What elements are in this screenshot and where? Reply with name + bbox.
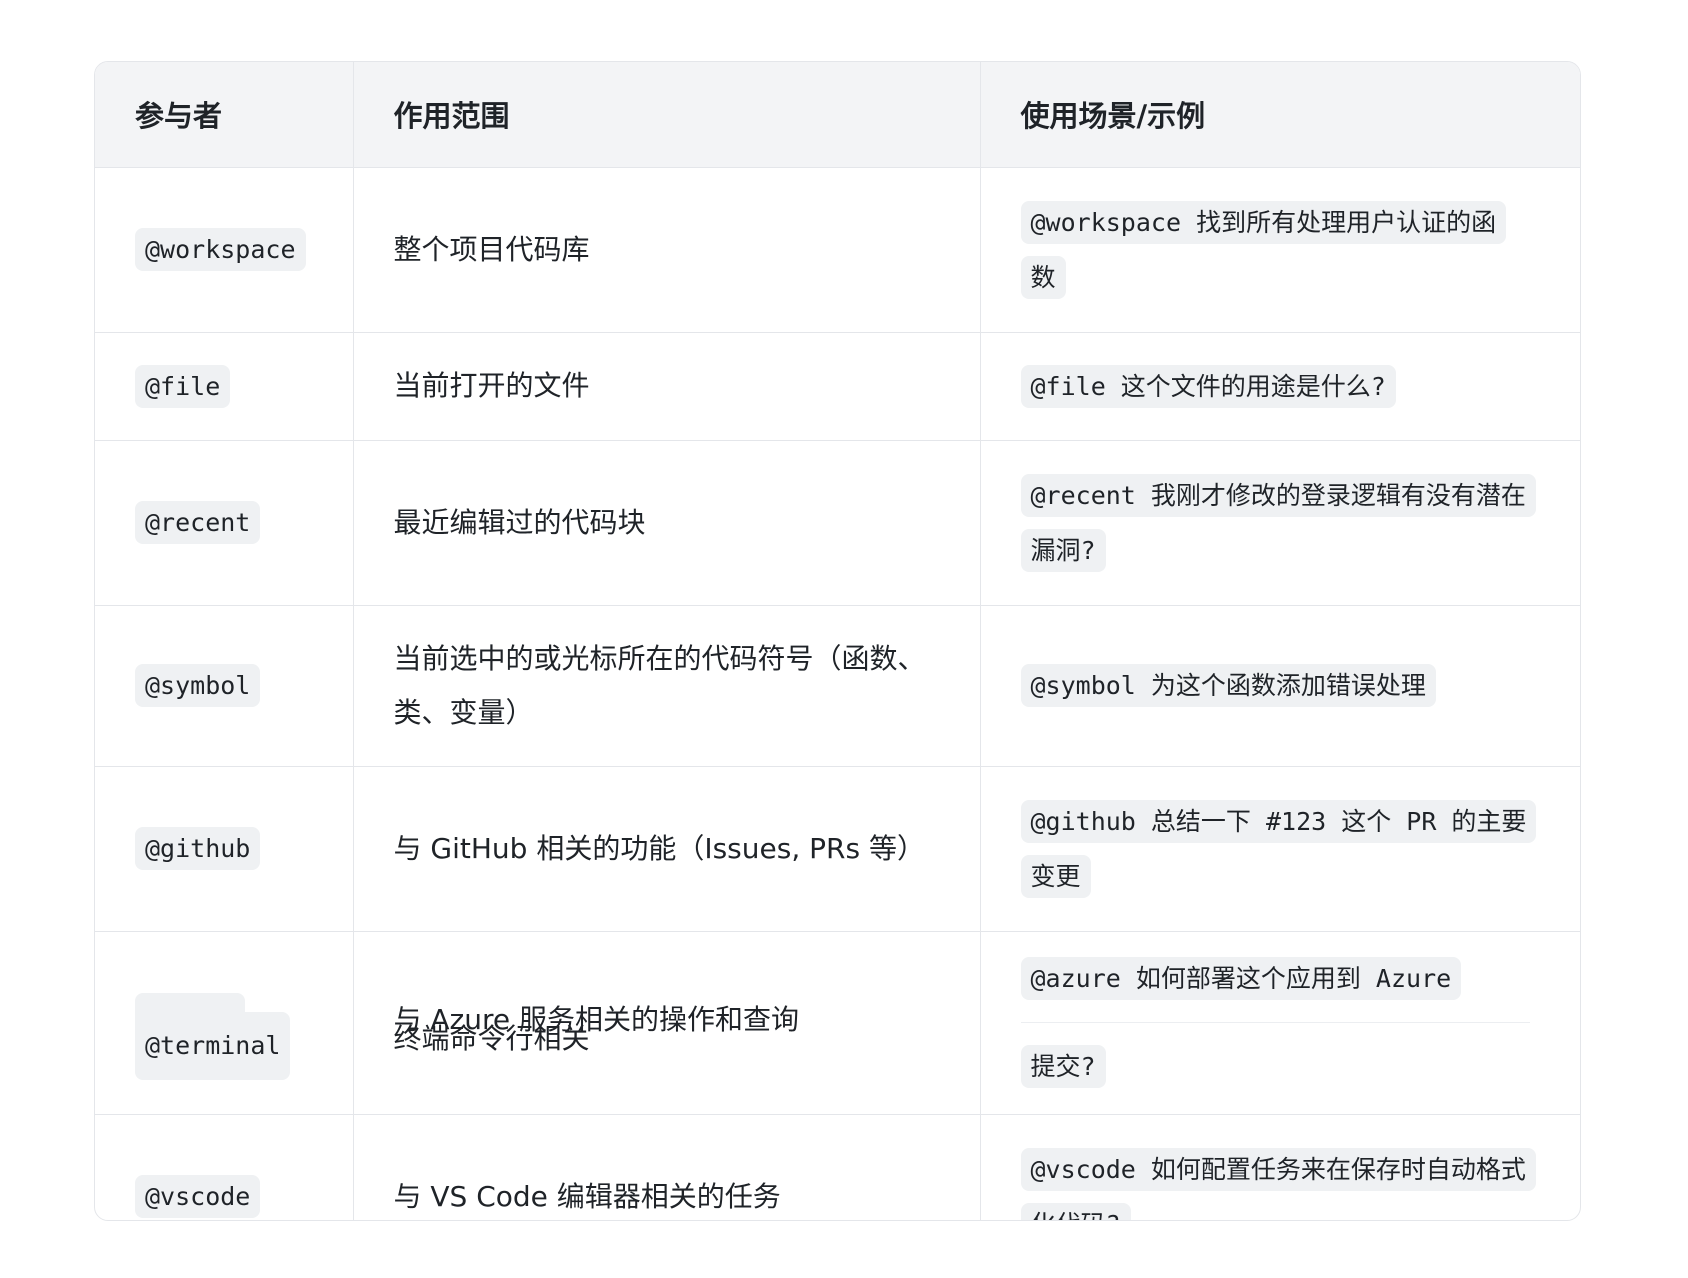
participant-cell: @file [95, 332, 354, 441]
header-scope: 作用范围 [353, 62, 981, 168]
example-cell: @azure 如何部署这个应用到 Azure 提交? [980, 931, 1580, 1115]
example-code-continued: 提交? [1020, 1045, 1106, 1088]
example-code: @file 这个文件的用途是什么? [1020, 364, 1396, 408]
scope-overlap-stack: 与 Azure 服务相关的操作和查询 终端命令行相关 [394, 993, 940, 1055]
scope-cell: 当前选中的或光标所在的代码符号（函数、类、变量） [353, 605, 981, 767]
scope-cell: 与 Azure 服务相关的操作和查询 终端命令行相关 [353, 931, 981, 1115]
participant-cell: @symbol [95, 605, 354, 767]
example-block: @azure 如何部署这个应用到 Azure 提交? [1020, 951, 1530, 1094]
participant-code-overlap: @terminal [135, 1011, 291, 1080]
table-row: @recent 最近编辑过的代码块 @recent 我刚才修改的登录逻辑有没有潜… [95, 440, 1580, 606]
scope-cell: 最近编辑过的代码块 [353, 440, 981, 606]
table-header-row: 参与者 作用范围 使用场景/示例 [95, 62, 1580, 168]
example-code: @recent 我刚才修改的登录逻辑有没有潜在漏洞? [1020, 473, 1536, 572]
example-cell: @file 这个文件的用途是什么? [980, 332, 1580, 441]
table-row: @azure @terminal 与 Azure 服务相关的操作和查询 终端命令… [95, 931, 1580, 1115]
table-row: @symbol 当前选中的或光标所在的代码符号（函数、类、变量） @symbol… [95, 605, 1580, 767]
participant-code: @github [135, 827, 261, 870]
example-cell: @recent 我刚才修改的登录逻辑有没有潜在漏洞? [980, 440, 1580, 606]
example-line: @azure 如何部署这个应用到 Azure [1020, 951, 1530, 1023]
example-code: @azure 如何部署这个应用到 Azure [1020, 957, 1462, 1000]
participant-code: @vscode [135, 1175, 261, 1219]
scope-cell: 与 GitHub 相关的功能（Issues, PRs 等） [353, 766, 981, 932]
example-cell: @workspace 找到所有处理用户认证的函数 [980, 167, 1580, 333]
participant-cell: @github [95, 766, 354, 932]
example-code: @github 总结一下 #123 这个 PR 的主要变更 [1020, 799, 1537, 898]
participant-code: @workspace [135, 228, 306, 271]
scope-cell: 当前打开的文件 [353, 332, 981, 441]
example-code: @vscode 如何配置任务来在保存时自动格式化代码? [1020, 1147, 1536, 1220]
table-row: @file 当前打开的文件 @file 这个文件的用途是什么? [95, 332, 1580, 441]
participants-table: 参与者 作用范围 使用场景/示例 @workspace 整个项目代码库 @wor… [95, 62, 1580, 1220]
participant-cell: @vscode [95, 1114, 354, 1220]
participant-overlap-stack: @azure @terminal [135, 992, 313, 1080]
example-cell: @github 总结一下 #123 这个 PR 的主要变更 [980, 766, 1580, 932]
scope-cell: 与 VS Code 编辑器相关的任务 [353, 1114, 981, 1220]
header-participant: 参与者 [95, 62, 354, 168]
example-cell: @symbol 为这个函数添加错误处理 [980, 605, 1580, 767]
scope-text-overlap: 终端命令行相关 [393, 1021, 590, 1055]
example-code: @workspace 找到所有处理用户认证的函数 [1020, 200, 1507, 299]
table-row: @workspace 整个项目代码库 @workspace 找到所有处理用户认证… [95, 167, 1580, 333]
participant-cell: @recent [95, 440, 354, 606]
participant-code: @recent [135, 501, 261, 544]
participant-cell: @workspace [95, 167, 354, 333]
example-code: @symbol 为这个函数添加错误处理 [1020, 664, 1436, 707]
participant-cell: @azure @terminal [95, 931, 354, 1115]
participant-code: @file [135, 364, 231, 408]
table-row: @github 与 GitHub 相关的功能（Issues, PRs 等） @g… [95, 766, 1580, 932]
participant-code: @symbol [135, 664, 261, 707]
scope-cell: 整个项目代码库 [353, 167, 981, 333]
header-example: 使用场景/示例 [980, 62, 1580, 168]
table-row: @vscode 与 VS Code 编辑器相关的任务 @vscode 如何配置任… [95, 1114, 1580, 1220]
participants-table-container: 参与者 作用范围 使用场景/示例 @workspace 整个项目代码库 @wor… [94, 61, 1581, 1221]
example-cell: @vscode 如何配置任务来在保存时自动格式化代码? [980, 1114, 1580, 1220]
